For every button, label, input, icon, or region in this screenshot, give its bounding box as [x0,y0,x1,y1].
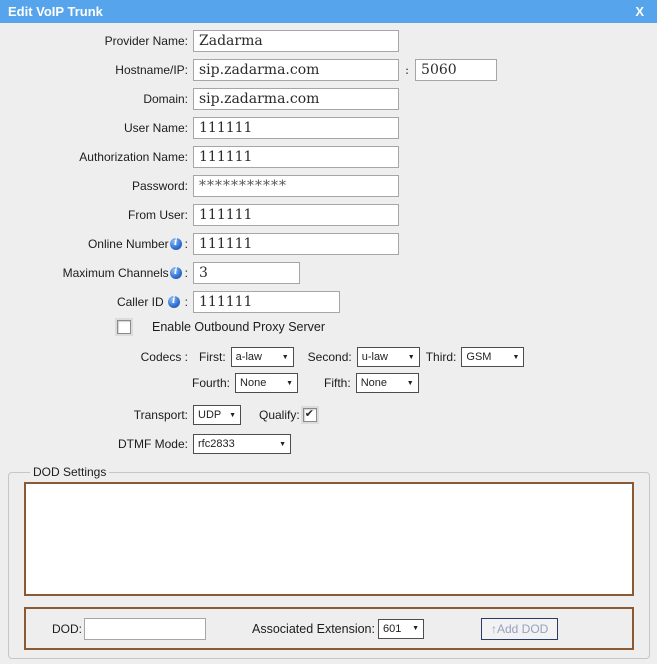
close-icon[interactable]: X [635,4,644,19]
dod-list-area [24,482,634,596]
associated-extension-select[interactable]: 601 [378,619,424,639]
dtmf-mode-row: DTMF Mode: rfc2833 [0,433,657,455]
transport-label: Transport: [0,408,193,422]
codecs-row-2: Fourth: None Fifth: None [0,372,657,394]
codec-second-select[interactable]: u-law [357,347,420,367]
field-row-username: User Name: [0,117,657,139]
field-row-authname: Authorization Name: [0,146,657,168]
info-icon[interactable] [168,296,180,308]
caller-id-label: Caller ID: [0,295,193,309]
field-row-online-number: Online Number: [0,233,657,255]
dtmf-mode-select[interactable]: rfc2833 [193,434,291,454]
info-icon[interactable] [170,267,182,279]
dtmf-mode-label: DTMF Mode: [0,437,193,451]
codec-fifth-select[interactable]: None [356,373,419,393]
dod-entry-bar: DOD: Associated Extension: 601 ↑Add DOD [24,607,634,650]
domain-label: Domain: [0,92,193,106]
dod-settings-legend: DOD Settings [30,465,109,479]
field-row-domain: Domain: [0,88,657,110]
user-name-input[interactable] [193,117,399,139]
provider-name-label: Provider Name: [0,34,193,48]
codecs-row-1: Codecs : First: a-law Second: u-law Thir… [0,346,657,368]
codec-second-label: Second: [308,350,352,364]
edit-voip-trunk-dialog: Edit VoIP Trunk X Provider Name: Hostnam… [0,0,657,659]
codec-fifth-label: Fifth: [324,376,351,390]
password-label: Password: [0,179,193,193]
field-row-hostname: Hostname/IP: : [0,59,657,81]
field-row-provider: Provider Name: [0,30,657,52]
online-number-label: Online Number: [0,237,193,251]
hostname-label: Hostname/IP: [0,63,193,77]
dod-input[interactable] [84,618,206,640]
provider-name-input[interactable] [193,30,399,52]
codecs-label: Codecs : [0,350,193,364]
user-name-label: User Name: [0,121,193,135]
port-separator: : [405,63,409,77]
qualify-label: Qualify: [259,408,300,422]
from-user-label: From User: [0,208,193,222]
trunk-form: Provider Name: Hostname/IP: : Domain: Us… [0,23,657,659]
qualify-checkbox[interactable] [303,408,317,422]
authorization-name-input[interactable] [193,146,399,168]
codec-third-label: Third: [426,350,457,364]
dialog-title: Edit VoIP Trunk [8,4,103,19]
transport-row: Transport: UDP Qualify: [0,404,657,426]
transport-select[interactable]: UDP [193,405,241,425]
codec-fourth-label: Fourth: [192,376,230,390]
field-row-caller-id: Caller ID: [0,291,657,313]
codec-fourth-select[interactable]: None [235,373,298,393]
dod-settings-group: DOD Settings DOD: Associated Extension: … [8,465,650,659]
codec-first-label: First: [199,350,226,364]
associated-extension-label: Associated Extension: [252,622,375,636]
info-icon[interactable] [170,238,182,250]
caller-id-input[interactable] [193,291,340,313]
dod-label: DOD: [52,622,82,636]
port-input[interactable] [415,59,497,81]
codec-first-select[interactable]: a-law [231,347,294,367]
maximum-channels-input[interactable] [193,262,300,284]
field-row-max-channels: Maximum Channels: [0,262,657,284]
hostname-input[interactable] [193,59,399,81]
codec-third-select[interactable]: GSM [461,347,524,367]
authorization-name-label: Authorization Name: [0,150,193,164]
domain-input[interactable] [193,88,399,110]
outbound-proxy-label: Enable Outbound Proxy Server [152,320,325,334]
from-user-input[interactable] [193,204,399,226]
title-bar: Edit VoIP Trunk X [0,0,657,23]
field-row-password: Password: [0,175,657,197]
outbound-proxy-row: Enable Outbound Proxy Server [0,320,657,334]
add-dod-button[interactable]: ↑Add DOD [481,618,558,640]
outbound-proxy-checkbox[interactable] [117,320,131,334]
online-number-input[interactable] [193,233,399,255]
password-input[interactable] [193,175,399,197]
maximum-channels-label: Maximum Channels: [0,266,193,280]
field-row-fromuser: From User: [0,204,657,226]
